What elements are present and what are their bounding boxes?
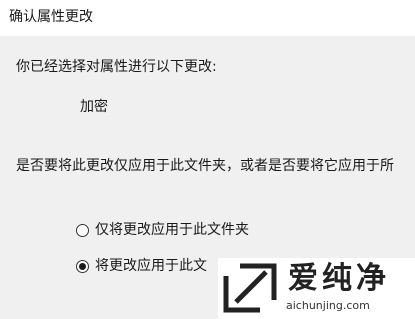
watermark: 爱纯净 aichunjing.com (218, 258, 415, 319)
attribute-change-item: 加密 (80, 99, 108, 115)
confirm-attribute-changes-dialog: 确认属性更改 你已经选择对属性进行以下更改: 加密 是否要将此更改仅应用于此文件… (0, 0, 415, 319)
title-bar: 确认属性更改 (0, 0, 415, 36)
watermark-brand: 爱纯净 (288, 261, 390, 296)
radio-this-folder-only[interactable] (76, 223, 89, 237)
option-folder-and-contents[interactable]: 将更改应用于此文 (76, 257, 207, 275)
option-this-folder-only[interactable]: 仅将更改应用于此文件夹 (76, 221, 249, 239)
dialog-title: 确认属性更改 (9, 9, 93, 25)
diagonal-window-logo-icon (223, 263, 277, 313)
intro-text: 你已经选择对属性进行以下更改: (16, 59, 217, 75)
watermark-url: aichunjing.com (286, 299, 370, 312)
apply-scope-question: 是否要将此更改仅应用于此文件夹，或者是否要将它应用于所 (16, 158, 394, 174)
option-this-folder-only-label: 仅将更改应用于此文件夹 (95, 222, 249, 238)
radio-folder-and-contents[interactable] (76, 259, 89, 273)
option-folder-and-contents-label: 将更改应用于此文 (95, 258, 207, 274)
